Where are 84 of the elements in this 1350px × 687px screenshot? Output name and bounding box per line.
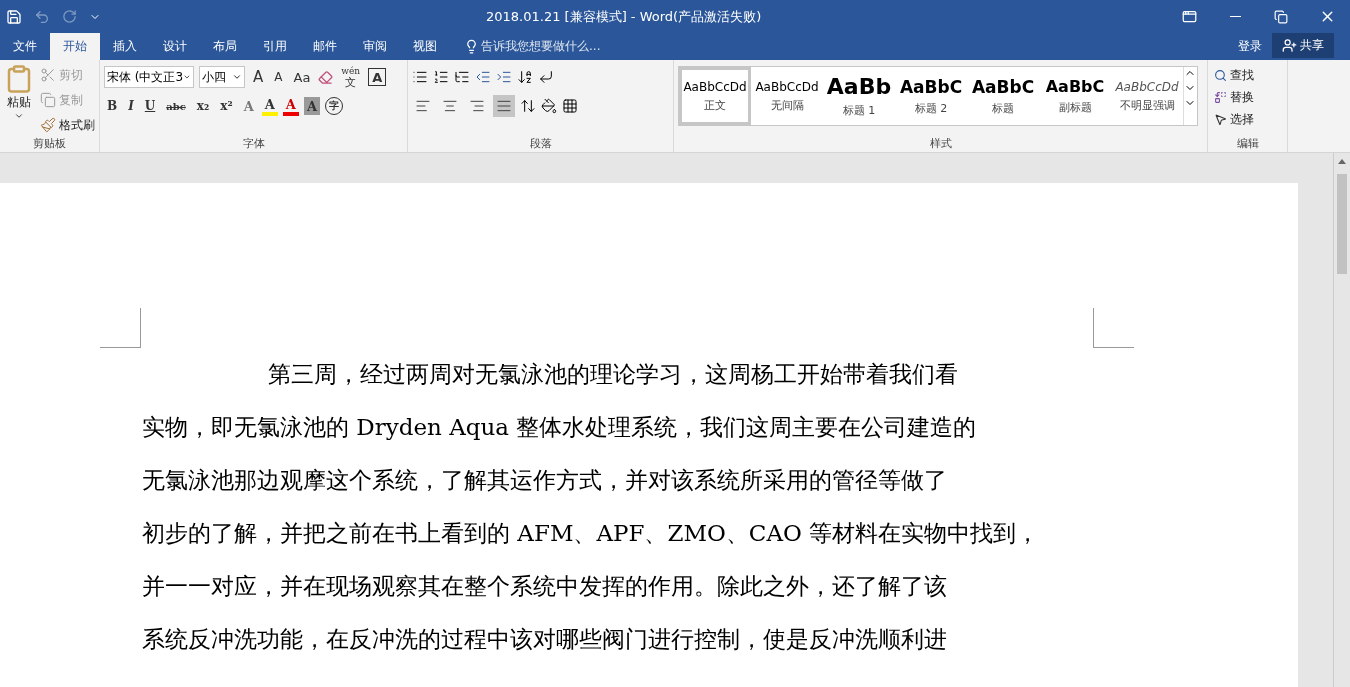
scissors-icon <box>40 67 56 83</box>
font-format-button[interactable]: x² <box>217 95 236 117</box>
window-title: 2018.01.21 [兼容模式] - Word(产品激活失败) <box>486 7 763 26</box>
ribbon-tab[interactable]: 设计 <box>150 33 200 60</box>
ribbon-tab[interactable]: 邮件 <box>300 33 350 60</box>
align-button[interactable] <box>493 95 515 117</box>
paintbrush-icon <box>40 117 56 133</box>
font-name-field[interactable]: 宋体 (中文正3 <box>104 66 194 88</box>
line-spacing-icon[interactable] <box>520 98 536 114</box>
font-tool-button[interactable]: A <box>250 66 267 88</box>
font-color-button[interactable]: A <box>282 96 299 116</box>
text-effect-button[interactable]: A <box>240 95 257 117</box>
font-format-button[interactable]: x₂ <box>193 95 213 117</box>
restore-icon <box>1274 9 1288 24</box>
return-arrow-icon[interactable] <box>538 69 554 85</box>
share-button[interactable]: 共享 <box>1272 33 1334 58</box>
font-format-button[interactable]: U <box>141 95 159 117</box>
margin-mark <box>100 308 141 348</box>
caret-icon <box>14 111 24 121</box>
phonetic-guide-button[interactable]: wén 文 <box>338 64 364 90</box>
search-icon <box>1214 68 1227 82</box>
person-add-icon <box>1282 38 1297 53</box>
align-lines-icon <box>496 98 512 114</box>
redo-icon[interactable] <box>62 9 77 24</box>
login-link[interactable]: 登录 <box>1228 33 1272 60</box>
clipboard-button[interactable]: 格式刷 <box>38 114 97 136</box>
sort-icon[interactable] <box>517 69 533 85</box>
ribbon-tab[interactable]: 视图 <box>400 33 450 60</box>
paste-button[interactable]: 粘贴 <box>4 64 34 136</box>
numbering-icon[interactable] <box>433 69 449 85</box>
ribbon-tab[interactable]: 插入 <box>100 33 150 60</box>
caret-icon <box>232 72 242 82</box>
body-text-line: 无氯泳池那边观摩这个系统，了解其运作方式，并对该系统所采用的管径等做了 <box>142 466 947 495</box>
group-label: 字体 <box>242 136 265 152</box>
minimize-icon <box>1229 16 1241 17</box>
decrease-indent-icon[interactable] <box>475 69 491 85</box>
lightbulb-icon <box>464 39 479 54</box>
ribbon-tab[interactable]: 引用 <box>250 33 300 60</box>
highlight-button[interactable]: A <box>261 96 278 116</box>
eraser-icon[interactable] <box>318 69 334 85</box>
body-text-line: 实物，即无氯泳池的 Dryden Aqua 整体水处理系统，我们这周主要在公司建造的 <box>142 413 977 442</box>
copy-icon <box>40 92 56 108</box>
save-icon[interactable] <box>6 8 22 25</box>
scroll-up-icon[interactable] <box>1338 159 1346 164</box>
font-tool-button[interactable]: Aa <box>290 66 314 88</box>
margin-mark <box>1093 308 1134 348</box>
replace-icon <box>1214 90 1227 104</box>
editing-button[interactable]: 选择 <box>1212 108 1256 130</box>
body-text-line: 系统反冲洗功能，在反冲洗的过程中该对哪些阀门进行控制，使是反冲洗顺利进 <box>142 625 947 654</box>
body-text-line: 并一一对应，并在现场观察其在整个系统中发挥的作用。除此之外，还了解了该 <box>142 572 947 601</box>
font-size-field[interactable]: 小四 <box>199 66 245 88</box>
undo-icon[interactable] <box>34 8 50 25</box>
align-lines-icon <box>415 98 431 114</box>
ribbon-tab[interactable]: 审阅 <box>350 33 400 60</box>
multilevel-list-icon[interactable] <box>454 69 470 85</box>
ribbon-tab[interactable]: 文件 <box>0 33 50 60</box>
group-label: 剪贴板 <box>33 136 66 152</box>
bullets-icon[interactable] <box>412 69 428 85</box>
paint-bucket-icon[interactable] <box>541 98 557 114</box>
font-format-button[interactable]: I <box>125 95 137 117</box>
ribbon-tab[interactable]: 开始 <box>50 33 100 60</box>
group-label: 样式 <box>929 136 952 152</box>
borders-icon[interactable] <box>562 98 578 114</box>
character-border-button[interactable]: A <box>368 68 387 86</box>
scroll-thumb[interactable] <box>1337 174 1347 274</box>
font-tool-button[interactable]: A <box>271 66 286 88</box>
pointer-icon <box>1214 112 1227 126</box>
vertical-scrollbar[interactable] <box>1333 153 1350 687</box>
increase-indent-icon[interactable] <box>496 69 512 85</box>
align-lines-icon <box>442 98 458 114</box>
group-label: 段落 <box>529 136 552 152</box>
group-label: 编辑 <box>1236 136 1259 152</box>
body-text-line: 第三周，经过两周对无氯泳池的理论学习，这周杨工开始带着我们看 <box>267 360 958 389</box>
font-format-button[interactable]: abc <box>163 95 189 117</box>
ribbon-tab[interactable]: 布局 <box>200 33 250 60</box>
editing-button[interactable]: 替换 <box>1212 86 1256 108</box>
font-format-button[interactable]: B <box>104 95 121 117</box>
editing-button[interactable]: 查找 <box>1212 64 1256 86</box>
align-lines-icon <box>469 98 485 114</box>
tell-me-field[interactable]: 告诉我您想要做什么... <box>481 33 601 60</box>
style-item[interactable]: AaBbCcDd 正文 <box>679 67 751 125</box>
body-text-line: 初步的了解，并把之前在书上看到的 AFM、APF、ZMO、CAO 等材料在实物中找到， <box>142 519 1040 548</box>
window-icon <box>1181 9 1197 24</box>
character-shading-button[interactable]: A <box>303 97 321 115</box>
